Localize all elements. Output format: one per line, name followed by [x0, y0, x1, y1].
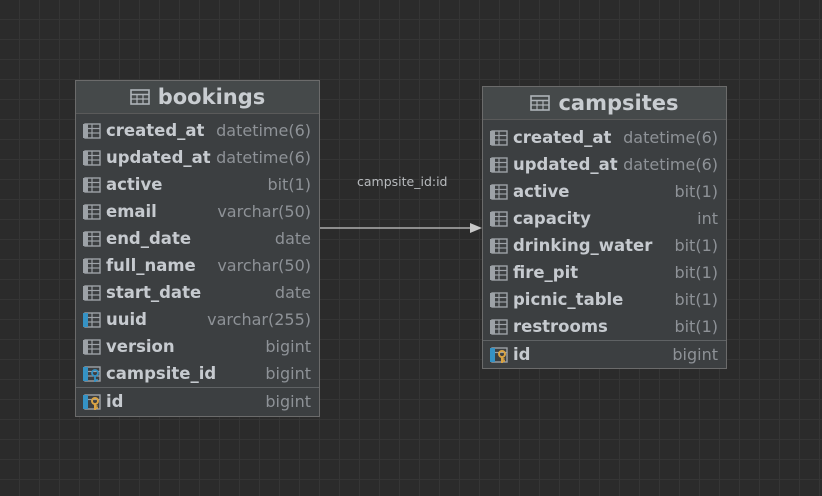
- column-type: datetime(6): [216, 121, 311, 140]
- table-title: bookings: [157, 85, 266, 109]
- column-row[interactable]: start_date date: [76, 279, 319, 306]
- column-row[interactable]: updated_at datetime(6): [76, 144, 319, 171]
- relationship-label: campsite_id:id: [357, 174, 448, 189]
- column-type: date: [274, 229, 311, 248]
- column-name: created_at: [106, 121, 205, 140]
- column-row[interactable]: active bit(1): [76, 171, 319, 198]
- column-icon: [489, 291, 509, 309]
- arrow-head: [470, 223, 482, 233]
- column-name: updated_at: [513, 155, 618, 174]
- column-type: int: [697, 209, 718, 228]
- column-icon: [82, 338, 102, 356]
- column-icon: [82, 176, 102, 194]
- column-type: bigint: [672, 345, 718, 364]
- column-name: drinking_water: [513, 236, 653, 255]
- column-type: varchar(50): [217, 256, 311, 275]
- primary-key-icon: [82, 393, 102, 411]
- column-name: capacity: [513, 209, 591, 228]
- column-row[interactable]: drinking_water bit(1): [483, 232, 726, 259]
- column-icon: [82, 284, 102, 302]
- column-name: id: [513, 345, 531, 364]
- column-type: datetime(6): [623, 128, 718, 147]
- column-type: datetime(6): [216, 148, 311, 167]
- foreign-key-icon: [82, 365, 102, 383]
- column-type: varchar(255): [207, 310, 311, 329]
- column-type: bit(1): [674, 182, 718, 201]
- column-name: fire_pit: [513, 263, 579, 282]
- column-name: campsite_id: [106, 364, 217, 383]
- column-icon: [82, 203, 102, 221]
- column-icon: [82, 149, 102, 167]
- column-row[interactable]: capacity int: [483, 205, 726, 232]
- column-icon: [82, 122, 102, 140]
- column-type: bit(1): [674, 317, 718, 336]
- column-row[interactable]: restrooms bit(1): [483, 313, 726, 340]
- column-type: varchar(50): [217, 202, 311, 221]
- column-icon: [489, 183, 509, 201]
- column-name: version: [106, 337, 175, 356]
- column-name: updated_at: [106, 148, 211, 167]
- primary-key-icon: [489, 346, 509, 364]
- table-icon: [129, 89, 150, 105]
- column-row[interactable]: created_at datetime(6): [483, 124, 726, 151]
- table-header-bookings[interactable]: bookings: [76, 81, 319, 114]
- column-row[interactable]: uuid varchar(255): [76, 306, 319, 333]
- column-type: bit(1): [674, 263, 718, 282]
- column-icon: [489, 156, 509, 174]
- table-title: campsites: [558, 91, 679, 115]
- column-row[interactable]: email varchar(50): [76, 198, 319, 225]
- column-name: full_name: [106, 256, 196, 275]
- table-bookings[interactable]: bookings created_at datetime(6) updated_…: [75, 80, 320, 417]
- column-icon: [489, 264, 509, 282]
- table-header-campsites[interactable]: campsites: [483, 87, 726, 120]
- column-row-primary-key[interactable]: id bigint: [76, 387, 319, 415]
- column-name: start_date: [106, 283, 202, 302]
- column-row[interactable]: end_date date: [76, 225, 319, 252]
- column-row[interactable]: version bigint: [76, 333, 319, 360]
- column-row[interactable]: updated_at datetime(6): [483, 151, 726, 178]
- column-name: id: [106, 392, 124, 411]
- column-type: date: [274, 283, 311, 302]
- column-row[interactable]: full_name varchar(50): [76, 252, 319, 279]
- column-row[interactable]: picnic_table bit(1): [483, 286, 726, 313]
- column-icon: [489, 237, 509, 255]
- column-row-primary-key[interactable]: id bigint: [483, 340, 726, 368]
- column-type: bigint: [265, 337, 311, 356]
- column-row[interactable]: fire_pit bit(1): [483, 259, 726, 286]
- column-name: end_date: [106, 229, 192, 248]
- column-icon: [489, 210, 509, 228]
- column-name: email: [106, 202, 157, 221]
- column-icon: [489, 129, 509, 147]
- table-icon: [530, 95, 551, 111]
- column-type: bit(1): [267, 175, 311, 194]
- indexed-column-icon: [82, 311, 102, 329]
- table-campsites[interactable]: campsites created_at datetime(6) updated…: [482, 86, 727, 369]
- column-icon: [82, 257, 102, 275]
- column-name: restrooms: [513, 317, 608, 336]
- column-name: active: [106, 175, 163, 194]
- column-type: bit(1): [674, 290, 718, 309]
- column-row[interactable]: created_at datetime(6): [76, 117, 319, 144]
- column-row-foreign-key[interactable]: campsite_id bigint: [76, 360, 319, 387]
- column-name: created_at: [513, 128, 612, 147]
- column-type: bit(1): [674, 236, 718, 255]
- column-icon: [489, 318, 509, 336]
- column-type: bigint: [265, 392, 311, 411]
- column-name: picnic_table: [513, 290, 624, 309]
- column-type: datetime(6): [623, 155, 718, 174]
- column-name: active: [513, 182, 570, 201]
- column-name: uuid: [106, 310, 147, 329]
- column-icon: [82, 230, 102, 248]
- column-type: bigint: [265, 364, 311, 383]
- column-row[interactable]: active bit(1): [483, 178, 726, 205]
